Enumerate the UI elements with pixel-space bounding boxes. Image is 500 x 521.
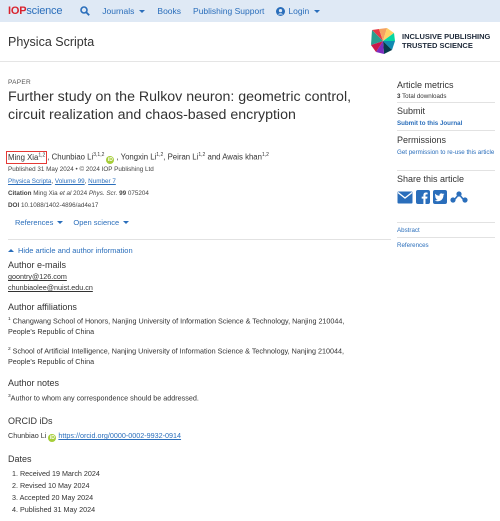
published-line: Published 31 May 2024 • © 2024 IOP Publi… (8, 166, 154, 173)
references-dropdown[interactable]: References (15, 218, 64, 227)
orcid-entry: Chunbiao Li iD https://orcid.org/0000-0002… (8, 431, 182, 442)
author-name[interactable]: Peiran Li (168, 153, 199, 162)
facebook-share-icon[interactable] (416, 190, 430, 204)
journal-issue-links: Physica Scripta, Volume 99, Number 7 (8, 178, 116, 185)
chevron-down-icon (123, 221, 130, 224)
doi-value[interactable]: 10.1088/1402-4896/ad4e17 (21, 202, 98, 209)
author-emails-heading: Author e-mails (8, 260, 67, 270)
nav-books[interactable]: Books (157, 6, 181, 16)
inclusive-publishing-badge[interactable]: INCLUSIVE PUBLISHING TRUSTED SCIENCE (370, 26, 498, 56)
article-title: Further study on the Rulkov neuron: geom… (8, 89, 352, 123)
mendeley-share-icon[interactable] (450, 190, 468, 204)
get-permission-link[interactable]: Get permission to re-use this article (397, 148, 495, 157)
sidebar-divider (397, 102, 495, 103)
orcid-icon: iD (48, 434, 57, 442)
sidebar-divider (397, 170, 495, 171)
sidebar-references: References (397, 241, 495, 250)
article-link-tabs: References Open science (15, 218, 130, 227)
sidebar-share: Share this article (397, 174, 495, 184)
orcid-link[interactable]: https://orcid.org/0000-0002-9932-0914 (58, 431, 181, 440)
sidebar-divider (397, 130, 495, 131)
chevron-down-icon (57, 221, 64, 224)
affiliation-item: 2 School of Artificial Intelligence, Nan… (8, 346, 345, 367)
badge-line-1: INCLUSIVE PUBLISHING (402, 32, 491, 41)
number-link[interactable]: Number 7 (88, 178, 116, 185)
sidebar-divider (397, 222, 495, 223)
total-downloads: 3 Total downloads (397, 93, 447, 100)
date-item: 1. Received 19 March 2024 (12, 469, 100, 478)
abstract-link[interactable]: Abstract (397, 226, 495, 235)
volume-link[interactable]: Volume 99 (55, 178, 85, 185)
top-nav: IOPscience Journals Books Publishing Sup… (0, 0, 500, 22)
sidebar-submit: Submit Submit to this Journal (397, 106, 495, 128)
article-type-label: PAPER (8, 79, 32, 86)
references-link[interactable]: References (397, 241, 495, 250)
dates-heading: Dates (8, 454, 32, 464)
author-list: Ming Xia1,2, Chunbiao Li3,1,2iD, Yongxin… (6, 150, 269, 164)
nav-publishing-support[interactable]: Publishing Support (193, 6, 264, 16)
orcid-icon[interactable]: iD (106, 155, 115, 164)
iopscience-logo[interactable]: IOPscience (8, 5, 62, 17)
nav-login[interactable]: Login (276, 6, 321, 16)
doi-line: DOI 10.1088/1402-4896/ad4e17 (8, 202, 99, 209)
author-highlight-box[interactable]: Ming Xia1,2 (6, 150, 48, 164)
author-notes-heading: Author notes (8, 378, 60, 388)
sidebar-divider (397, 237, 495, 238)
author-name[interactable]: Awais khan (222, 153, 262, 162)
badge-line-2: TRUSTED SCIENCE (402, 41, 473, 50)
author-name[interactable]: Yongxin Li (121, 153, 157, 162)
affiliation-item: 1 Changwang School of Honors, Nanjing Un… (8, 316, 345, 337)
journal-link[interactable]: Physica Scripta (8, 178, 51, 185)
sidebar-jump-links: Abstract (397, 226, 495, 235)
author-note: 3Author to whom any correspondence shoul… (8, 393, 199, 403)
date-item: 3. Accepted 20 May 2024 (12, 493, 94, 502)
share-heading: Share this article (397, 174, 465, 184)
user-icon (276, 6, 286, 16)
article-metrics-heading: Article metrics (397, 80, 454, 90)
email-link[interactable]: chunbiaolee@nuist.edu.cn (8, 282, 93, 293)
journal-header: Physica Scripta INCLUSIVE PUBLISHING TRU… (0, 22, 500, 62)
submit-to-journal-link[interactable]: Submit to this Journal (397, 119, 495, 128)
pinwheel-logo-icon (371, 28, 395, 54)
email-link[interactable]: goontry@126.com (8, 271, 67, 282)
open-science-dropdown[interactable]: Open science (73, 218, 130, 227)
twitter-share-icon[interactable] (433, 190, 447, 204)
author-name[interactable]: Chunbiao Li (52, 153, 94, 162)
date-item: 4. Published 31 May 2024 (12, 505, 96, 514)
orcid-ids-heading: ORCID iDs (8, 416, 53, 426)
share-icons (397, 190, 468, 204)
email-share-icon[interactable] (397, 191, 413, 204)
journal-title[interactable]: Physica Scripta (8, 35, 94, 49)
permissions-heading: Permissions (397, 135, 447, 145)
nav-journals[interactable]: Journals (102, 6, 146, 16)
divider (8, 239, 391, 240)
date-item: 2. Revised 10 May 2024 (12, 481, 90, 490)
sidebar-permissions: Permissions Get permission to re-use thi… (397, 135, 495, 157)
search-icon (80, 6, 91, 16)
citation-line: Citation Ming Xia et al 2024 Phys. Scr. … (8, 190, 149, 197)
sidebar-metrics: Article metrics 3 Total downloads (397, 80, 495, 100)
submit-heading: Submit (397, 106, 426, 116)
author-name: Ming Xia (8, 152, 39, 162)
search-button[interactable] (80, 6, 91, 16)
hide-article-info-toggle[interactable]: Hide article and author information (8, 246, 133, 255)
author-affiliations-heading: Author affiliations (8, 302, 77, 312)
chevron-down-icon (139, 9, 146, 13)
chevron-down-icon (314, 9, 321, 13)
chevron-up-icon (8, 249, 14, 252)
